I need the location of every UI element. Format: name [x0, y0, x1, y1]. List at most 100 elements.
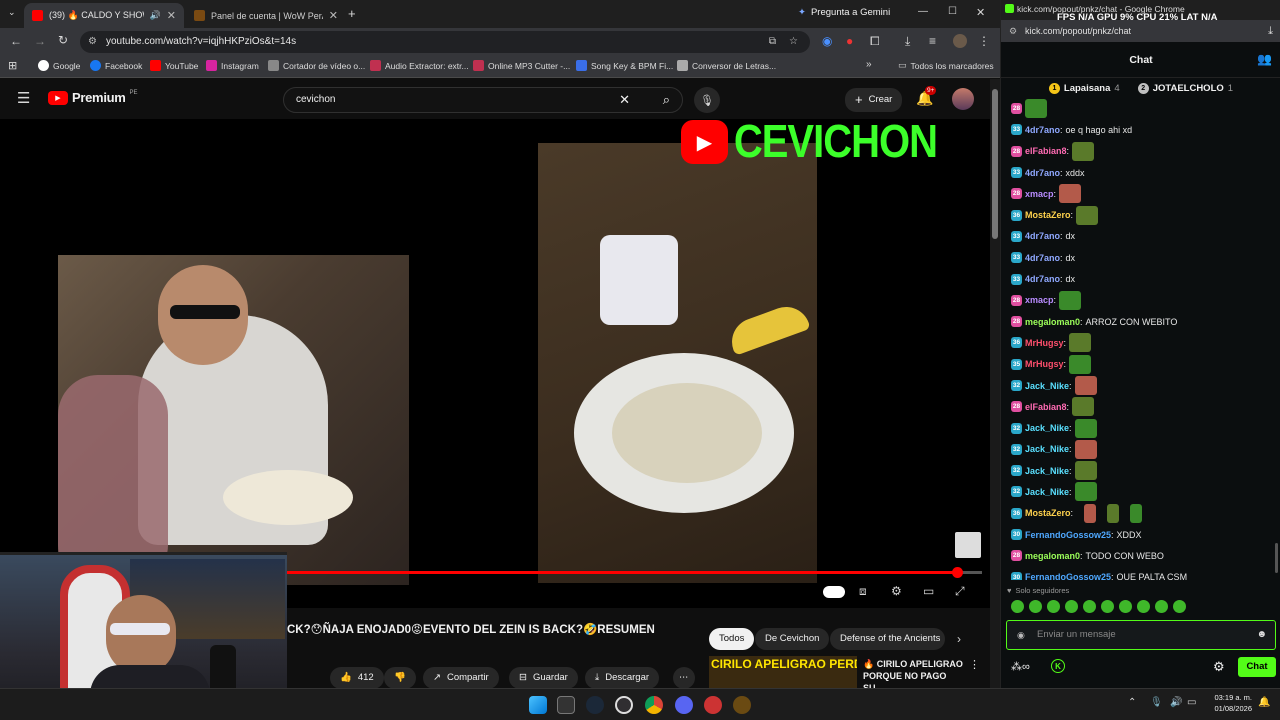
- all-bookmarks-folder[interactable]: ▭ Todos los marcadores: [898, 60, 994, 71]
- gemini-button[interactable]: ✦ Pregunta a Gemini: [798, 7, 890, 18]
- chat-username[interactable]: xmacp: [1025, 189, 1054, 199]
- tray-volume-icon[interactable]: 🔊: [1170, 697, 1182, 708]
- discord-icon[interactable]: [675, 696, 693, 714]
- minimize-icon[interactable]: —: [918, 6, 928, 17]
- app-icon[interactable]: [704, 696, 722, 714]
- notifications-icon[interactable]: 🔔: [1258, 697, 1270, 708]
- chat-message[interactable]: 32 Jack_Nike:: [1011, 439, 1273, 460]
- chat-username[interactable]: Jack_Nike: [1025, 381, 1069, 391]
- chat-message[interactable]: 28 megaloman0: TODO CON WEBO: [1011, 545, 1273, 566]
- menu-kebab-icon[interactable]: ⋮: [978, 34, 990, 48]
- chat-username[interactable]: MrHugsy: [1025, 359, 1064, 369]
- back-icon[interactable]: ←: [10, 34, 22, 48]
- chat-message[interactable]: 28 xmacp:: [1011, 183, 1273, 204]
- chat-username[interactable]: FernandoGossow25: [1025, 572, 1111, 580]
- video-player[interactable]: ▶ CEVICHON ⧈ ⚙ ▭ ⤢: [0, 119, 990, 608]
- bookmark-instagram[interactable]: Instagram: [206, 60, 259, 71]
- search-icon[interactable]: ⌕: [663, 88, 670, 112]
- chat-username[interactable]: elFabian8: [1025, 146, 1067, 156]
- steam-icon[interactable]: [586, 696, 604, 714]
- media-icon[interactable]: ≡: [929, 34, 936, 48]
- close-tab-icon[interactable]: ✕: [167, 9, 176, 22]
- extensions-puzzle-icon[interactable]: ⧠: [870, 34, 880, 49]
- chip-de-cevichon[interactable]: De Cevichon: [755, 628, 830, 650]
- download-icon[interactable]: ⤓: [905, 34, 910, 49]
- chat-message[interactable]: 28 elFabian8:: [1011, 141, 1273, 162]
- chat-username[interactable]: xmacp: [1025, 295, 1054, 305]
- chat-username[interactable]: Jack_Nike: [1025, 466, 1069, 476]
- chat-message[interactable]: 30 FernandoGossow25: XDDX: [1011, 524, 1273, 545]
- chat-username[interactable]: 4dr7ano: [1025, 125, 1060, 135]
- autoplay-toggle[interactable]: [823, 586, 845, 598]
- adblock-icon[interactable]: ●: [846, 34, 853, 48]
- chat-message[interactable]: 32 Jack_Nike:: [1011, 481, 1273, 502]
- scrollbar-thumb[interactable]: [992, 89, 998, 239]
- recommended-menu-icon[interactable]: ⋮: [969, 658, 980, 671]
- close-tab-icon[interactable]: ✕: [329, 9, 338, 22]
- maximize-icon[interactable]: ☐: [948, 6, 957, 17]
- chat-message[interactable]: 32 Jack_Nike:: [1011, 375, 1273, 396]
- account-avatar[interactable]: [952, 88, 974, 110]
- tray-mic-icon[interactable]: 🎙: [1150, 697, 1163, 708]
- window-close-icon[interactable]: ✕: [976, 6, 985, 19]
- more-actions-button[interactable]: ⋯: [673, 667, 695, 689]
- user-settings-icon[interactable]: 👥: [1257, 52, 1272, 66]
- quick-emote-icon[interactable]: [1137, 600, 1150, 613]
- kick-url-bar[interactable]: ⚙ kick.com/popout/pnkz/chat ⤓: [1001, 20, 1280, 42]
- share-button[interactable]: ↗ Compartir: [423, 667, 499, 689]
- chat-username[interactable]: 4dr7ano: [1025, 231, 1060, 241]
- speaker-icon[interactable]: 🔊: [150, 10, 161, 21]
- notifications-button[interactable]: 🔔 9+: [916, 86, 937, 108]
- subtitles-icon[interactable]: ⧈: [859, 584, 867, 599]
- chat-message[interactable]: 32 Jack_Nike:: [1011, 417, 1273, 438]
- chat-message[interactable]: 28 xmacp:: [1011, 290, 1273, 311]
- save-button[interactable]: ⊟ Guardar: [509, 667, 578, 689]
- new-tab-icon[interactable]: +: [348, 6, 356, 21]
- bookmark-video-cutter[interactable]: Cortador de vídeo o...: [268, 60, 365, 71]
- more-bookmarks-icon[interactable]: »: [866, 59, 872, 70]
- address-bar[interactable]: ⚙ youtube.com/watch?v=iqjhHKPziOs&t=14s …: [80, 31, 810, 53]
- bookmark-star-icon[interactable]: ☆: [789, 31, 798, 53]
- chat-message[interactable]: 30 FernandoGossow25: QUE PALTA CSM: [1011, 567, 1273, 580]
- chat-message[interactable]: 28 megaloman0: ARROZ CON WEBITO: [1011, 311, 1273, 332]
- channel-watermark[interactable]: [955, 532, 981, 558]
- chat-username[interactable]: MostaZero: [1025, 210, 1071, 220]
- forward-icon[interactable]: →: [34, 34, 46, 48]
- kick-k-icon[interactable]: K: [1051, 659, 1065, 673]
- tab-search-icon[interactable]: ⌄: [8, 7, 16, 18]
- youtube-logo[interactable]: ▶ Premium PE: [48, 90, 138, 105]
- download-button[interactable]: ⤓ Descargar: [585, 667, 660, 689]
- chat-message[interactable]: 33 4dr7ano: oe q hago ahi xd: [1011, 119, 1273, 140]
- tray-chevron-icon[interactable]: ⌃: [1128, 697, 1136, 708]
- bookmark-audio-extractor[interactable]: Audio Extractor: extr...: [370, 60, 469, 71]
- chat-username[interactable]: megaloman0: [1025, 317, 1080, 327]
- chat-message[interactable]: 36 MostaZero:: [1011, 503, 1273, 524]
- chat-username[interactable]: MrHugsy: [1025, 338, 1064, 348]
- quick-emote-icon[interactable]: [1029, 600, 1042, 613]
- clear-search-icon[interactable]: ✕: [619, 88, 630, 112]
- quick-emote-icon[interactable]: [1011, 600, 1024, 613]
- chat-message[interactable]: 35 MrHugsy:: [1011, 354, 1273, 375]
- tab-youtube[interactable]: (39) 🔥 CALDO Y SHOW 🔥 🔊 ✕: [24, 3, 184, 28]
- chat-username[interactable]: FernandoGossow25: [1025, 530, 1111, 540]
- fullscreen-icon[interactable]: ⤢: [955, 584, 965, 599]
- page-scrollbar[interactable]: [990, 79, 1000, 688]
- tray-network-icon[interactable]: ▭: [1187, 697, 1196, 708]
- bookmark-google[interactable]: Google: [38, 60, 80, 71]
- like-button[interactable]: 👍 412: [330, 667, 384, 689]
- chat-scrollbar[interactable]: [1275, 98, 1279, 580]
- hamburger-menu-icon[interactable]: ☰: [17, 89, 30, 107]
- chips-next-icon[interactable]: ›: [957, 632, 961, 646]
- obs-icon[interactable]: [615, 696, 633, 714]
- bookmark-song-key[interactable]: Song Key & BPM Fi...: [576, 60, 673, 71]
- quick-emote-icon[interactable]: [1155, 600, 1168, 613]
- bookmark-facebook[interactable]: Facebook: [90, 60, 142, 71]
- bookmark-mp3-cutter[interactable]: Online MP3 Cutter -...: [473, 60, 570, 71]
- settings-icon[interactable]: ⚙: [891, 584, 902, 598]
- chat-message[interactable]: 32 Jack_Nike:: [1011, 460, 1273, 481]
- quick-emote-icon[interactable]: [1065, 600, 1078, 613]
- reload-icon[interactable]: ↻: [58, 33, 68, 47]
- apps-grid-icon[interactable]: ⊞: [8, 59, 17, 72]
- chat-username[interactable]: 4dr7ano: [1025, 274, 1060, 284]
- tab-wow[interactable]: Panel de cuenta | WoW PerÃº ✕: [186, 3, 346, 28]
